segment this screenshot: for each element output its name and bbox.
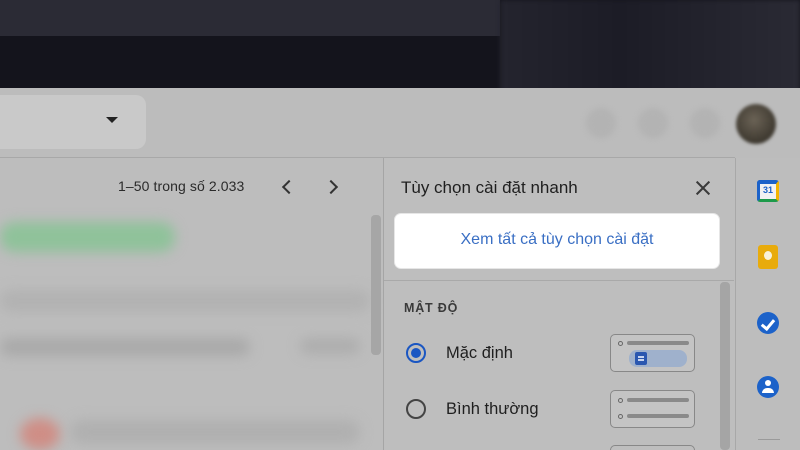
- search-options-dropdown-icon[interactable]: [106, 117, 118, 123]
- table-row[interactable]: [70, 420, 360, 444]
- see-all-settings-label: Xem tất cả tùy chọn cài đặt: [460, 231, 654, 248]
- density-default-radio[interactable]: [406, 343, 426, 363]
- mail-list-scrollbar[interactable]: [371, 215, 381, 355]
- density-compact-preview: [610, 445, 695, 450]
- blurred-region: [500, 0, 800, 100]
- browser-strip: [0, 0, 500, 36]
- contacts-icon[interactable]: [757, 376, 779, 398]
- density-comfortable-preview: [610, 390, 695, 428]
- panel-divider: [384, 280, 734, 281]
- density-heading: MẬT ĐỘ: [404, 301, 459, 315]
- density-comfortable-radio[interactable]: [406, 399, 426, 419]
- calendar-icon[interactable]: 31: [757, 180, 779, 202]
- see-all-settings-button[interactable]: Xem tất cả tùy chọn cài đặt: [395, 214, 719, 268]
- keep-icon[interactable]: [758, 245, 778, 269]
- search-box[interactable]: [0, 95, 146, 149]
- avatar: [20, 418, 60, 450]
- calendar-day: 31: [762, 185, 773, 195]
- support-icon[interactable]: [586, 108, 616, 138]
- density-comfortable-label[interactable]: Bình thường: [446, 400, 539, 419]
- tasks-icon[interactable]: [757, 312, 779, 334]
- table-row[interactable]: [0, 338, 250, 356]
- apps-icon[interactable]: [690, 108, 720, 138]
- density-default-label[interactable]: Mặc định: [446, 344, 513, 363]
- settings-icon[interactable]: [638, 108, 668, 138]
- account-avatar[interactable]: [736, 104, 776, 144]
- close-icon[interactable]: [693, 178, 713, 198]
- panel-title: Tùy chọn cài đặt nhanh: [401, 178, 578, 197]
- table-row-date: [300, 338, 360, 354]
- pagination-text: 1–50 trong số 2.033: [118, 178, 245, 194]
- table-row[interactable]: [0, 290, 370, 312]
- top-bar: [0, 0, 800, 100]
- blurred-label-chip: [0, 222, 175, 252]
- density-default-preview: [610, 334, 695, 372]
- panel-scrollbar[interactable]: [720, 282, 730, 450]
- rail-divider: [758, 439, 780, 440]
- document-icon: [635, 352, 647, 365]
